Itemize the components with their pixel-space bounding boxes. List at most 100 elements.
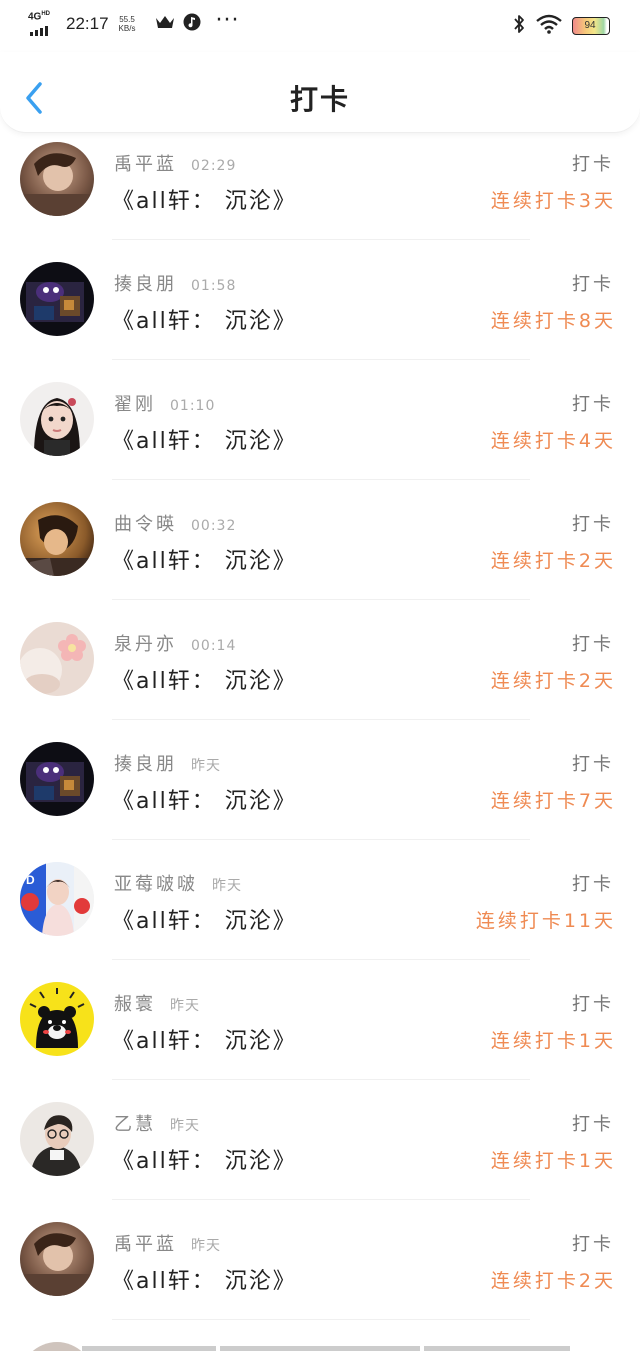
avatar[interactable] bbox=[20, 142, 94, 216]
streak-text: 连续打卡2天 bbox=[490, 670, 616, 692]
svg-text:D: D bbox=[26, 873, 35, 887]
avatar[interactable] bbox=[20, 262, 94, 336]
avatar[interactable] bbox=[20, 622, 94, 696]
checkin-time: 01:58 bbox=[191, 278, 237, 294]
checkin-list: 禹平蓝 02:29 《all轩： 沉沦》 打卡 连续打卡3天 揍良朋 01:58 《all轩：… bbox=[0, 120, 640, 1320]
checkin-time: 01:10 bbox=[170, 398, 216, 414]
streak-text: 连续打卡2天 bbox=[490, 1270, 616, 1292]
music-icon bbox=[183, 13, 201, 35]
user-name: 揍良朋 昨天 bbox=[114, 750, 221, 776]
avatar[interactable] bbox=[20, 982, 94, 1056]
battery-level: 94 bbox=[584, 20, 596, 31]
list-item[interactable]: 赧寰 昨天 《all轩： 沉沦》 打卡 连续打卡1天 bbox=[0, 960, 640, 1080]
user-name-text: 曲令暎 bbox=[114, 514, 177, 535]
checkin-label: 打卡 bbox=[572, 754, 614, 775]
user-name: 乙慧 昨天 bbox=[114, 1110, 200, 1136]
list-item[interactable]: 揍良朋 昨天《all轩： 沉沦》 打卡连续打卡7天 bbox=[0, 720, 640, 840]
list-item[interactable]: 泉丹亦 00:14 《all轩： 沉沦》 打卡连续打卡2天 bbox=[0, 600, 640, 720]
book-title: 《all轩： 沉沦》 bbox=[112, 1029, 297, 1054]
page-title: 打卡 bbox=[289, 83, 350, 116]
user-name-text: 禹平蓝 bbox=[114, 1234, 177, 1255]
list-item[interactable]: 揍良朋 01:58 《all轩： 沉沦》 打卡连续打卡8天 bbox=[0, 240, 640, 360]
streak-text: 连续打卡3天 bbox=[490, 190, 616, 212]
streak-text: 连续打卡8天 bbox=[490, 310, 616, 332]
bluetooth-icon bbox=[512, 14, 526, 38]
checkin-label: 打卡 bbox=[572, 1234, 614, 1255]
loading-bar bbox=[220, 1346, 420, 1351]
checkin-time: 昨天 bbox=[191, 1238, 221, 1254]
user-name: 曲令暎 00:32 bbox=[114, 510, 236, 536]
list-item[interactable]: 曲令暎 00:32 《all轩： 沉沦》 打卡连续打卡2天 bbox=[0, 480, 640, 600]
checkin-label: 打卡 bbox=[572, 1114, 614, 1135]
user-name: 揍良朋 01:58 bbox=[114, 270, 236, 296]
avatar[interactable] bbox=[20, 1102, 94, 1176]
checkin-time: 昨天 bbox=[212, 878, 242, 894]
checkin-time: 02:29 bbox=[191, 158, 237, 174]
user-name-text: 翟刚 bbox=[114, 394, 156, 415]
checkin-label: 打卡 bbox=[572, 394, 614, 415]
book-title: 《all轩： 沉沦》 bbox=[112, 189, 297, 214]
loading-bar bbox=[424, 1346, 570, 1351]
divider bbox=[112, 1319, 530, 1320]
checkin-time: 00:14 bbox=[191, 638, 237, 654]
checkin-time: 昨天 bbox=[170, 1118, 200, 1134]
list-item[interactable]: 乙慧 昨天《all轩： 沉沦》 打卡连续打卡1天 bbox=[0, 1080, 640, 1200]
book-title: 《all轩： 沉沦》 bbox=[112, 789, 297, 814]
checkin-label: 打卡 bbox=[572, 274, 614, 295]
user-name-text: 揍良朋 bbox=[114, 754, 177, 775]
network-type: 4GHD bbox=[28, 11, 51, 23]
book-title: 《all轩： 沉沦》 bbox=[112, 429, 297, 454]
signal-icon: 4GHD bbox=[28, 11, 58, 36]
checkin-time: 昨天 bbox=[191, 758, 221, 774]
status-time: 22:17 bbox=[66, 14, 109, 33]
screen: 4GHD 22:17 55.5 KB/s ··· 94 打卡 禹平蓝 02:29… bbox=[0, 0, 640, 1351]
user-name: 泉丹亦 00:14 bbox=[114, 630, 236, 656]
streak-text: 连续打卡1天 bbox=[490, 1150, 616, 1172]
list-item[interactable]: 禹平蓝 02:29 《all轩： 沉沦》 打卡连续打卡3天 bbox=[0, 120, 640, 240]
list-item[interactable]: 禹平蓝 昨天《all轩： 沉沦》 打卡连续打卡2天 bbox=[0, 1200, 640, 1320]
book-title: 《all轩： 沉沦》 bbox=[112, 909, 297, 934]
book-title: 《all轩： 沉沦》 bbox=[112, 669, 297, 694]
checkin-label: 打卡 bbox=[572, 154, 614, 175]
book-title: 《all轩： 沉沦》 bbox=[112, 549, 297, 574]
avatar[interactable] bbox=[20, 382, 94, 456]
page-header: 打卡 bbox=[0, 52, 640, 133]
list-item[interactable]: 翟刚 01:10 《all轩： 沉沦》 打卡连续打卡4天 bbox=[0, 360, 640, 480]
streak-text: 连续打卡7天 bbox=[490, 790, 616, 812]
user-name: 禹平蓝 昨天 bbox=[114, 1230, 221, 1256]
checkin-label: 打卡 bbox=[572, 634, 614, 655]
checkin-time: 00:32 bbox=[191, 518, 237, 534]
user-name-text: 禹平蓝 bbox=[114, 154, 177, 175]
status-left: 4GHD 22:17 55.5 KB/s ··· bbox=[28, 8, 240, 36]
status-bar: 4GHD 22:17 55.5 KB/s ··· 94 bbox=[0, 0, 640, 52]
checkin-label: 打卡 bbox=[572, 874, 614, 895]
streak-text: 连续打卡11天 bbox=[475, 910, 616, 932]
wifi-icon bbox=[536, 14, 562, 38]
partial-list-item bbox=[0, 1340, 640, 1351]
streak-text: 连续打卡4天 bbox=[490, 430, 616, 452]
avatar[interactable] bbox=[20, 502, 94, 576]
user-name-text: 赧寰 bbox=[114, 994, 156, 1015]
user-name-text: 乙慧 bbox=[114, 1114, 156, 1135]
user-name: 禹平蓝 02:29 bbox=[114, 150, 236, 176]
avatar[interactable] bbox=[20, 1222, 94, 1296]
checkin-label: 打卡 bbox=[572, 994, 614, 1015]
streak-text: 连续打卡1天 bbox=[490, 1030, 616, 1052]
checkin-label: 打卡 bbox=[572, 514, 614, 535]
avatar[interactable] bbox=[20, 742, 94, 816]
status-right: 94 bbox=[512, 14, 614, 38]
network-speed: 55.5 KB/s bbox=[118, 15, 136, 33]
book-title: 《all轩： 沉沦》 bbox=[112, 1269, 297, 1294]
crown-icon bbox=[155, 14, 175, 34]
book-title: 《all轩： 沉沦》 bbox=[112, 1149, 297, 1174]
streak-text: 连续打卡2天 bbox=[490, 550, 616, 572]
user-name-text: 亚莓啵啵 bbox=[114, 874, 198, 895]
loading-bar bbox=[82, 1346, 216, 1351]
battery-icon: 94 bbox=[572, 17, 614, 35]
book-title: 《all轩： 沉沦》 bbox=[112, 309, 297, 334]
avatar[interactable]: D bbox=[20, 862, 94, 936]
user-name: 翟刚 01:10 bbox=[114, 390, 215, 416]
more-dots-icon: ··· bbox=[215, 8, 240, 33]
user-name: 亚莓啵啵 昨天 bbox=[114, 870, 242, 896]
list-item[interactable]: D 亚莓啵啵 昨天《all轩： 沉沦》 打卡连续打卡11天 bbox=[0, 840, 640, 960]
